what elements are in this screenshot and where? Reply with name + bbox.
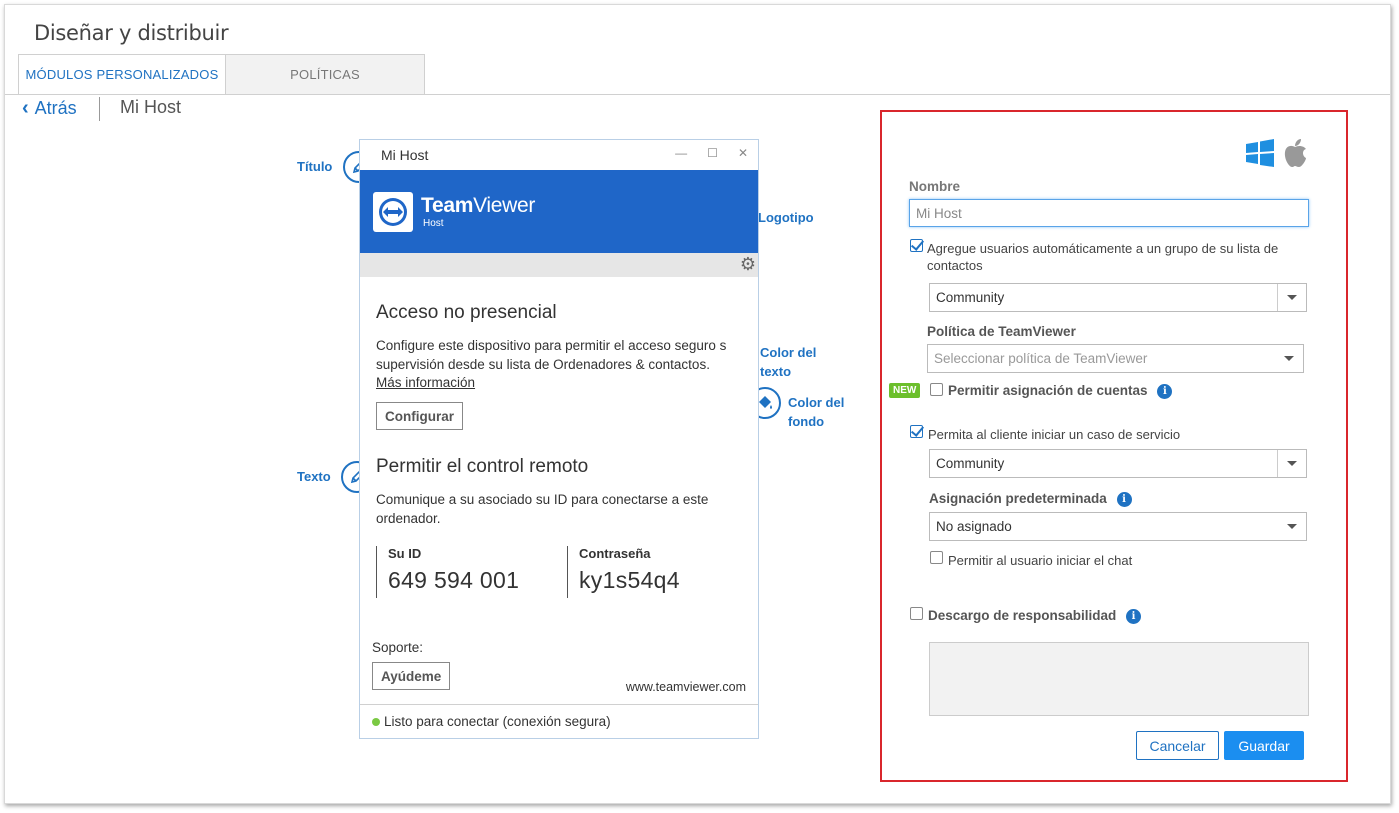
service-group-value: Community bbox=[936, 456, 1005, 471]
back-link[interactable]: ‹ Atrás bbox=[22, 97, 77, 120]
name-input[interactable]: Mi Host bbox=[909, 199, 1309, 227]
unattended-heading: Acceso no presencial bbox=[376, 302, 557, 323]
preview-header: TeamViewer Host bbox=[360, 170, 758, 253]
status-indicator-icon bbox=[372, 717, 380, 726]
settings-panel: Nombre Mi Host Agregue usuarios automáti… bbox=[880, 110, 1348, 782]
tab-custom-modules[interactable]: MÓDULOS PERSONALIZADOS bbox=[18, 54, 226, 95]
name-label: Nombre bbox=[909, 179, 961, 194]
annotation-text-color-line-1: Color del bbox=[760, 345, 817, 360]
more-info-link[interactable]: Más información bbox=[376, 375, 475, 390]
windows-icon[interactable] bbox=[1244, 138, 1276, 168]
auto-add-label: Agregue usuarios automáticamente a un gr… bbox=[927, 240, 1297, 274]
service-group-select[interactable]: Community bbox=[929, 449, 1307, 478]
brand-name-bold: Team bbox=[421, 194, 474, 217]
allow-assignment-text: Permitir asignación de cuentas bbox=[948, 383, 1148, 398]
app-frame: Diseñar y distribuir MÓDULOS PERSONALIZA… bbox=[4, 4, 1391, 804]
allow-assignment-checkbox[interactable] bbox=[930, 383, 943, 396]
breadcrumb-divider bbox=[99, 97, 100, 121]
preview-toolbar: ⚙ bbox=[360, 253, 758, 277]
policy-select[interactable]: Seleccionar política de TeamViewer bbox=[927, 344, 1304, 373]
allow-chat-label: Permitir al usuario iniciar el chat bbox=[948, 553, 1133, 568]
unattended-text-content: Configure este dispositivo para permitir… bbox=[376, 338, 726, 372]
chevron-down-icon bbox=[1277, 284, 1306, 311]
remote-control-heading: Permitir el control remoto bbox=[376, 456, 589, 477]
tab-policies[interactable]: POLÍTICAS bbox=[226, 54, 425, 95]
annotation-text-color-label: Color del texto bbox=[760, 343, 816, 381]
policy-placeholder: Seleccionar política de TeamViewer bbox=[934, 351, 1148, 366]
minimize-icon: — bbox=[675, 146, 688, 160]
preview-titlebar: Mi Host — ☐ ✕ bbox=[360, 140, 758, 170]
allow-assignment-label: Permitir asignación de cuentas i bbox=[948, 383, 1173, 399]
service-case-label: Permita al cliente iniciar un caso de se… bbox=[928, 427, 1181, 442]
chevron-down-icon bbox=[1274, 345, 1303, 372]
annotation-logo-label: Logotipo bbox=[758, 210, 814, 225]
annotation-text-color-line-2: texto bbox=[760, 364, 792, 379]
window-controls: — ☐ ✕ bbox=[675, 146, 748, 160]
disclaimer-checkbox[interactable] bbox=[910, 607, 923, 620]
status-bar: Listo para conectar (conexión segura) bbox=[360, 704, 758, 738]
info-icon[interactable]: i bbox=[1126, 608, 1142, 624]
apple-icon[interactable] bbox=[1282, 138, 1308, 168]
maximize-icon: ☐ bbox=[707, 146, 718, 160]
id-label: Su ID bbox=[388, 546, 422, 561]
chevron-down-icon bbox=[1277, 450, 1306, 477]
password-value: ky1s54q4 bbox=[579, 567, 680, 593]
annotation-bg-color-line-1: Color del bbox=[788, 395, 845, 410]
gear-icon[interactable]: ⚙ bbox=[740, 254, 756, 275]
annotation-text-label: Texto bbox=[297, 469, 331, 484]
auto-add-label-line-2: contactos bbox=[927, 258, 983, 273]
auto-add-checkbox[interactable] bbox=[910, 239, 923, 252]
default-assignment-select[interactable]: No asignado bbox=[929, 512, 1307, 541]
host-preview-window: Mi Host — ☐ ✕ TeamViewer Host ⚙ Acceso n… bbox=[359, 139, 759, 739]
breadcrumb-current: Mi Host bbox=[120, 97, 182, 117]
password-box: Contraseña ky1s54q4 bbox=[567, 546, 680, 598]
support-label: Soporte: bbox=[372, 640, 424, 655]
new-badge: NEW bbox=[889, 383, 921, 398]
password-label: Contraseña bbox=[579, 546, 651, 561]
info-icon[interactable]: i bbox=[1157, 383, 1173, 399]
id-box: Su ID 649 594 001 bbox=[376, 546, 519, 598]
contact-group-select[interactable]: Community bbox=[929, 283, 1307, 312]
website-url: www.teamviewer.com bbox=[625, 680, 746, 694]
save-button[interactable]: Guardar bbox=[1224, 731, 1304, 760]
allow-chat-checkbox[interactable] bbox=[930, 551, 943, 564]
cancel-button[interactable]: Cancelar bbox=[1136, 731, 1219, 760]
tab-divider bbox=[5, 94, 1390, 95]
configure-button[interactable]: Configurar bbox=[376, 402, 463, 430]
status-text: Listo para conectar (conexión segura) bbox=[384, 714, 611, 729]
brand-name: TeamViewer bbox=[421, 194, 535, 218]
service-case-checkbox[interactable] bbox=[910, 425, 923, 438]
page-title: Diseñar y distribuir bbox=[34, 21, 229, 45]
auto-add-label-line-1: Agregue usuarios automáticamente a un gr… bbox=[927, 241, 1279, 256]
tab-bar: MÓDULOS PERSONALIZADOS POLÍTICAS bbox=[18, 54, 425, 95]
disclaimer-textarea[interactable] bbox=[929, 642, 1309, 716]
brand-name-light: Viewer bbox=[473, 194, 536, 217]
os-icons bbox=[1244, 138, 1308, 168]
annotation-bg-color-line-2: fondo bbox=[788, 414, 825, 429]
annotation-title-label: Título bbox=[297, 159, 333, 174]
default-assignment-value: No asignado bbox=[936, 519, 1012, 534]
info-icon[interactable]: i bbox=[1116, 491, 1132, 507]
default-assignment-label: Asignación predeterminada i bbox=[929, 491, 1132, 507]
disclaimer-label: Descargo de responsabilidad i bbox=[928, 608, 1142, 624]
teamviewer-logo-icon bbox=[373, 192, 413, 232]
brand-subtitle: Host bbox=[423, 218, 444, 229]
contact-group-value: Community bbox=[936, 290, 1005, 305]
annotation-bg-color-label: Color del fondo bbox=[788, 393, 844, 431]
help-button[interactable]: Ayúdeme bbox=[372, 662, 451, 690]
preview-window-title: Mi Host bbox=[381, 147, 429, 163]
disclaimer-text: Descargo de responsabilidad bbox=[928, 608, 1117, 623]
default-assignment-text: Asignación predeterminada bbox=[929, 491, 1107, 506]
id-value: 649 594 001 bbox=[388, 567, 520, 593]
remote-control-text: Comunique a su asociado su ID para conec… bbox=[376, 492, 709, 526]
chevron-down-icon bbox=[1277, 513, 1306, 540]
close-icon: ✕ bbox=[737, 146, 748, 160]
policy-label: Política de TeamViewer bbox=[927, 324, 1076, 339]
back-label: Atrás bbox=[34, 98, 77, 118]
unattended-text: Configure este dispositivo para permitir… bbox=[376, 336, 726, 374]
chevron-left-icon: ‹ bbox=[22, 97, 29, 119]
